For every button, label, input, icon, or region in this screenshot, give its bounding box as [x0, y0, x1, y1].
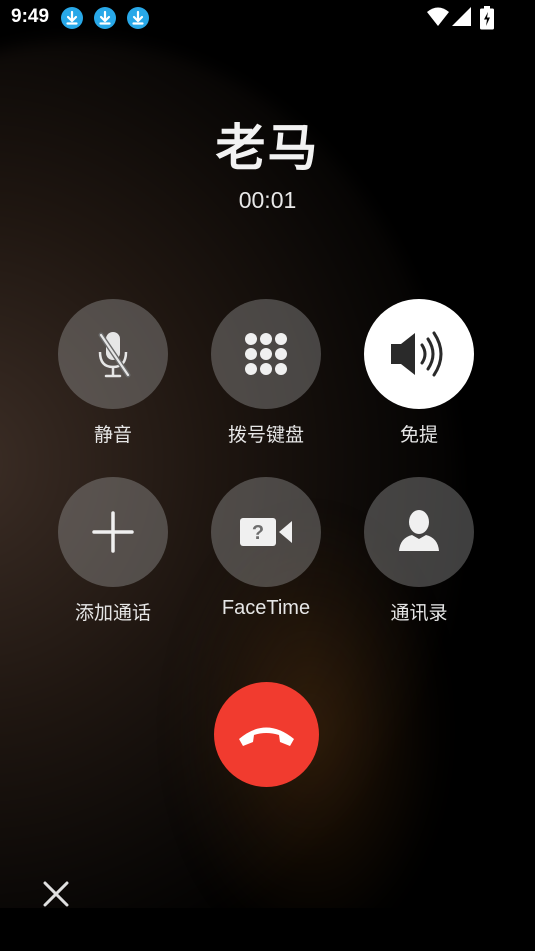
mute-button[interactable]: [58, 299, 168, 409]
end-call-button[interactable]: [214, 682, 319, 787]
keypad-button[interactable]: [211, 299, 321, 409]
svg-text:?: ?: [252, 522, 264, 544]
speaker-button[interactable]: [364, 299, 474, 409]
call-duration: 00:01: [238, 187, 297, 213]
bottom-bar: [0, 908, 535, 951]
contacts-label: 通讯录: [390, 602, 448, 624]
close-icon: [38, 881, 74, 916]
status-time: 9:49: [11, 6, 50, 27]
add-call-label: 添加通话: [74, 602, 151, 624]
speaker-label: 免提: [399, 424, 438, 446]
call-screen: 9:49 老马 00:01 静音 拨号键盘 免提 添加通话 ? FaceTime…: [0, 0, 535, 951]
caller-name: 老马: [215, 119, 320, 177]
wifi-icon: [426, 6, 450, 32]
close-button[interactable]: [38, 876, 74, 912]
facetime-button[interactable]: ?: [211, 477, 321, 587]
add-call-button[interactable]: [58, 477, 168, 587]
cellular-signal-icon: [451, 6, 473, 32]
download-icon: [127, 7, 149, 29]
download-icon: [94, 7, 116, 29]
battery-charging-icon: [479, 6, 495, 34]
mute-label: 静音: [93, 424, 132, 446]
facetime-label: FaceTime: [221, 597, 311, 619]
contacts-button[interactable]: [364, 477, 474, 587]
status-bar: 9:49: [0, 0, 535, 36]
keypad-label: 拨号键盘: [227, 424, 304, 446]
download-icon: [61, 7, 83, 29]
